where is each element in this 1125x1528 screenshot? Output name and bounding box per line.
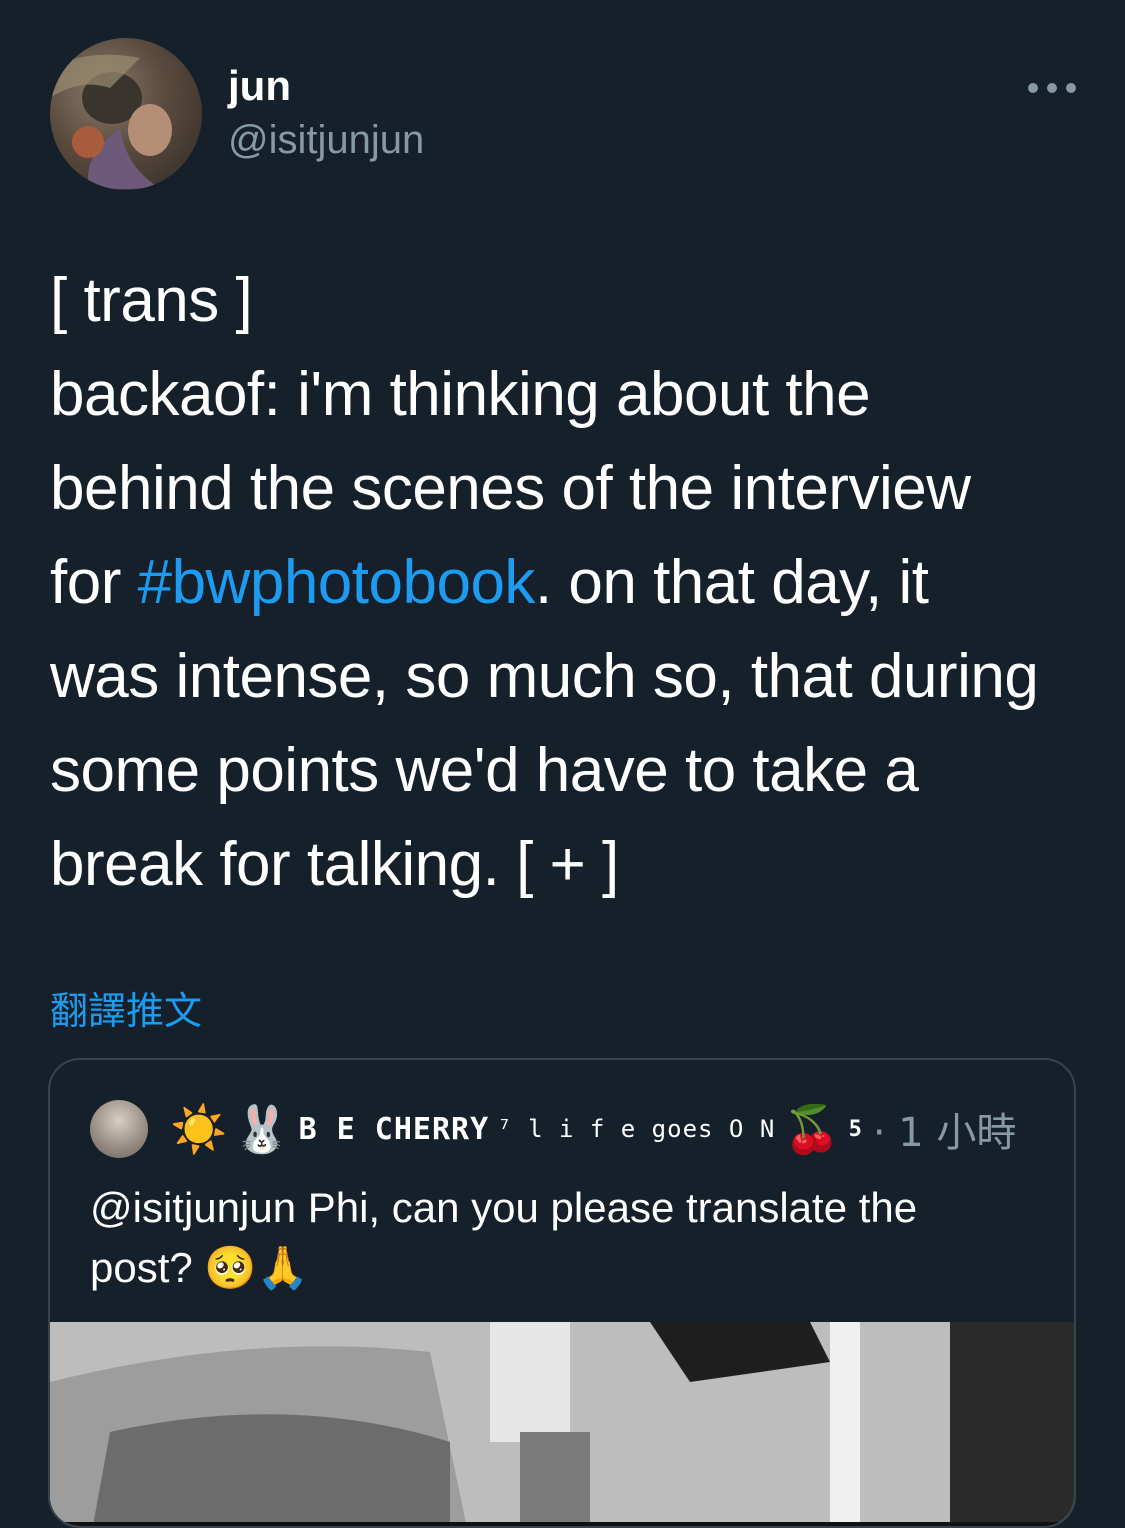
tweet-line: for #bwphotobook. on that day, it [50, 536, 1090, 630]
translate-tweet-link[interactable]: 翻譯推文 [50, 980, 202, 1035]
quoted-tweet-image[interactable] [50, 1322, 1074, 1526]
quoted-author-name-suffix: ⁷ l i f e goes O N [497, 1115, 776, 1143]
tweet-line: was intense, so much so, that during [50, 642, 1039, 711]
quoted-author-avatar [90, 1100, 148, 1158]
quoted-text-line: post? 🥺🙏 [90, 1244, 310, 1291]
author-handle[interactable]: @isitjunjun [228, 118, 424, 163]
tweet-text: [ trans ] backaof: i'm thinking about th… [50, 254, 1090, 912]
quoted-timestamp: · 1 小時 [872, 1110, 1017, 1156]
author-avatar[interactable] [50, 38, 202, 190]
sun-emoji: ☀️ [170, 1102, 228, 1156]
quoted-tweet-text: @isitjunjun Phi, can you please translat… [90, 1178, 1040, 1298]
cherry-emoji: 🍒 [783, 1102, 841, 1156]
quoted-author-name: B E CHERRY [298, 1111, 490, 1147]
tweet-line-segment: . on that day, it [534, 548, 929, 617]
hashtag-link[interactable]: #bwphotobook [138, 548, 536, 617]
tweet-line: break for talking. [ + ] [50, 830, 619, 899]
tweet-line: [ trans ] [50, 266, 253, 335]
tweet-line: some points we'd have to take a [50, 736, 919, 805]
tweet-line: backaof: i'm thinking about the [50, 360, 871, 429]
quoted-author-header: ☀️ 🐰 B E CHERRY ⁷ l i f e goes O N 🍒 5 ·… [170, 1094, 1016, 1164]
quoted-text-line: @isitjunjun Phi, can you please translat… [90, 1184, 918, 1231]
quoted-author-name-number: 5 [848, 1116, 863, 1142]
tweet-line-segment: for [50, 548, 138, 617]
more-horizontal-icon[interactable] [1028, 78, 1076, 98]
tweet-line: behind the scenes of the interview [50, 454, 971, 523]
author-display-name[interactable]: jun [228, 62, 291, 110]
quoted-tweet-card[interactable]: ☀️ 🐰 B E CHERRY ⁷ l i f e goes O N 🍒 5 ·… [48, 1058, 1076, 1528]
rabbit-emoji: 🐰 [233, 1102, 291, 1156]
